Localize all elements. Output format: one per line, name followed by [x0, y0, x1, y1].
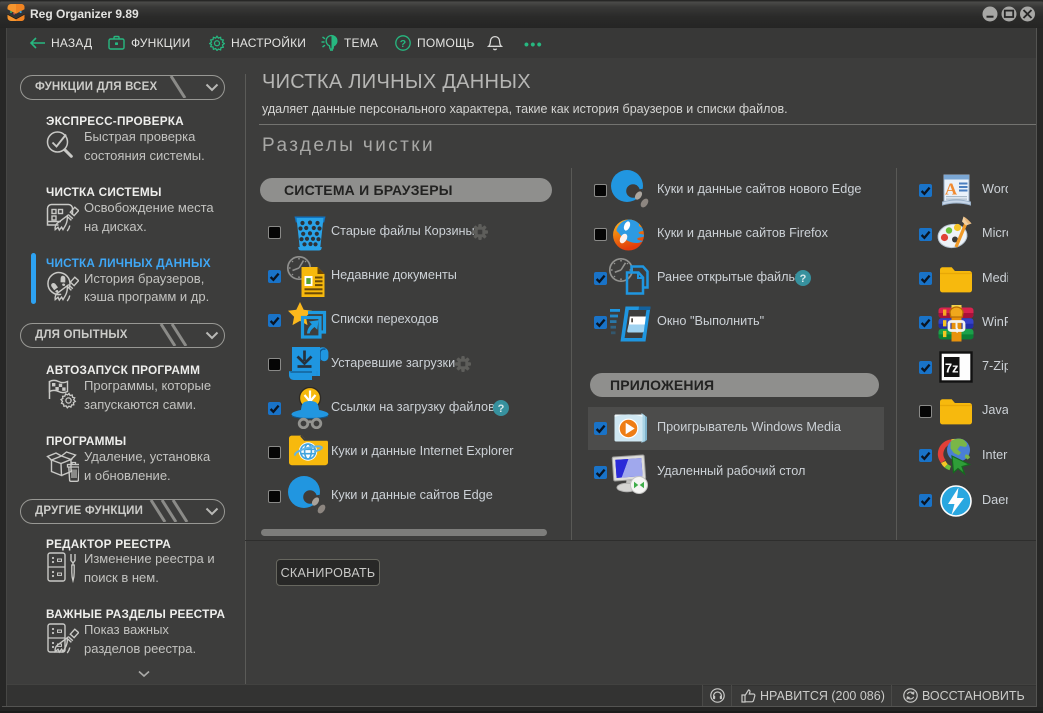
svg-text:A: A: [945, 180, 958, 199]
svg-text:?: ?: [498, 403, 505, 415]
svg-text:?: ?: [400, 37, 407, 49]
svg-text:?: ?: [800, 273, 807, 285]
svg-text:7z: 7z: [945, 361, 959, 376]
